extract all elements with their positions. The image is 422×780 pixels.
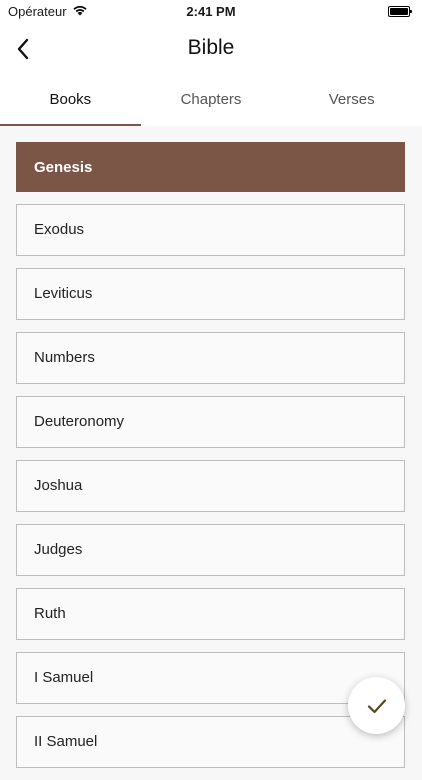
checkmark-icon [367, 698, 386, 713]
tab-chapters[interactable]: Chapters [141, 74, 282, 126]
book-item-ii-samuel[interactable]: II Samuel [16, 716, 405, 768]
book-item-leviticus[interactable]: Leviticus [16, 268, 405, 320]
battery-icon [388, 6, 412, 17]
confirm-button[interactable] [348, 677, 405, 734]
tab-verses[interactable]: Verses [281, 74, 422, 126]
book-item-genesis[interactable]: Genesis [16, 142, 405, 192]
book-item-joshua[interactable]: Joshua [16, 460, 405, 512]
status-bar: Opérateur 2:41 PM [0, 0, 422, 24]
status-time: 2:41 PM [186, 4, 236, 19]
tab-books[interactable]: Books [0, 74, 141, 126]
book-item-judges[interactable]: Judges [16, 524, 405, 576]
book-item-ruth[interactable]: Ruth [16, 588, 405, 640]
book-item-i-samuel[interactable]: I Samuel [16, 652, 405, 704]
book-item-deuteronomy[interactable]: Deuteronomy [16, 396, 405, 448]
book-item-exodus[interactable]: Exodus [16, 204, 405, 256]
navigation-bar: Bible [0, 24, 422, 74]
tab-bar: Books Chapters Verses [0, 74, 422, 126]
book-list: Genesis Exodus Leviticus Numbers Deutero… [16, 142, 406, 780]
book-item-numbers[interactable]: Numbers [16, 332, 405, 384]
page-title: Bible [187, 36, 235, 59]
